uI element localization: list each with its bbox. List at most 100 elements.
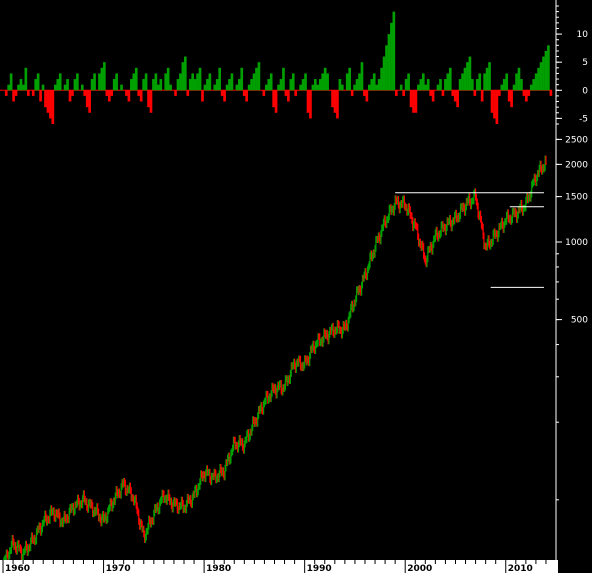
momentum-bar (525, 90, 528, 102)
momentum-bar (267, 79, 271, 91)
momentum-bar (480, 90, 484, 102)
momentum-bar (73, 79, 77, 91)
momentum-bar (176, 79, 180, 91)
momentum-bar (53, 84, 57, 91)
momentum-bar (7, 84, 11, 91)
momentum-bar (419, 79, 423, 91)
momentum-bar (282, 67, 285, 91)
momentum-bar (304, 73, 307, 91)
chart-window: 10 5 0 -5 2500 2000 1500 1000 500 1960 1970 1980 19… (0, 0, 592, 573)
momentum-tick-label: 0 (582, 86, 588, 96)
momentum-bar (58, 73, 62, 91)
price-tick-label: 2500 (565, 135, 588, 145)
momentum-bar (34, 79, 37, 91)
momentum-bar (130, 79, 133, 91)
momentum-bar (174, 90, 177, 96)
momentum-bar (299, 84, 302, 91)
momentum-bar (76, 73, 79, 91)
momentum-bar (49, 90, 52, 119)
momentum-bar (80, 84, 84, 91)
momentum-bar (291, 73, 295, 91)
momentum-bar (421, 73, 425, 91)
momentum-bar (311, 84, 315, 91)
momentum-bar (208, 73, 212, 91)
momentum-bar (220, 90, 224, 96)
momentum-bar (527, 90, 531, 96)
momentum-bar (439, 79, 442, 91)
momentum-bar (88, 90, 91, 113)
momentum-bar (409, 90, 413, 108)
momentum-bar (115, 73, 118, 91)
momentum-bar (203, 84, 207, 91)
momentum-bar (152, 79, 155, 91)
x-tick-label: 1980 (206, 564, 231, 573)
momentum-bar (147, 90, 150, 108)
x-axis: 1960 1970 1980 1990 2000 2010 (0, 560, 558, 573)
momentum-bar (412, 90, 415, 113)
momentum-bar (269, 73, 273, 91)
momentum-bar (316, 84, 320, 91)
chart-canvas: 1050-52500200015001000500 1960 1970 1980 19… (0, 0, 592, 573)
momentum-bar (341, 84, 344, 91)
momentum-bar (289, 79, 293, 91)
momentum-bar (120, 84, 123, 91)
momentum-bar (463, 67, 467, 91)
momentum-bar (39, 90, 42, 102)
momentum-bar (353, 84, 356, 91)
momentum-bar (473, 90, 477, 96)
momentum-bar (144, 73, 148, 91)
momentum-bar (142, 79, 145, 91)
momentum-bar (255, 67, 258, 91)
momentum-bar (100, 67, 104, 91)
momentum-bar (179, 73, 182, 91)
momentum-bar (345, 73, 349, 91)
x-tick-label: 1990 (307, 564, 332, 573)
momentum-bar (348, 67, 352, 91)
momentum-bar (181, 62, 185, 91)
momentum-bar (279, 79, 283, 91)
momentum-bar (191, 73, 195, 91)
momentum-bar (402, 90, 405, 96)
momentum-bar (44, 90, 47, 108)
momentum-bar (547, 45, 550, 91)
momentum-bar (103, 62, 106, 91)
x-tick-label: 1960 (5, 564, 30, 573)
momentum-bar (309, 90, 312, 119)
momentum-bar (164, 73, 168, 91)
momentum-bar (14, 90, 18, 96)
momentum-bar (257, 62, 261, 91)
momentum-bar (242, 90, 246, 96)
momentum-bar (9, 73, 13, 91)
momentum-bar (252, 73, 256, 91)
momentum-bar (365, 90, 369, 102)
momentum-bar (387, 34, 391, 91)
momentum-bar (134, 67, 138, 91)
momentum-bar (198, 67, 202, 91)
momentum-bar (24, 67, 28, 91)
momentum-bar (159, 79, 163, 91)
momentum-bar (225, 84, 229, 91)
momentum-bar (429, 90, 432, 96)
momentum-bar (228, 79, 231, 91)
momentum-bar (235, 84, 239, 91)
momentum-bar (36, 73, 40, 91)
momentum-bar (85, 90, 89, 108)
momentum-tick-label: -5 (579, 114, 588, 124)
momentum-bar (63, 84, 67, 91)
momentum-bar (338, 79, 342, 91)
momentum-bar (336, 90, 339, 119)
momentum-bar (537, 67, 540, 91)
momentum-bar (483, 73, 486, 91)
momentum-bar (250, 79, 253, 91)
momentum-bar (468, 56, 472, 91)
momentum-bar (407, 73, 410, 91)
momentum-bar (237, 79, 241, 91)
momentum-bar (520, 79, 523, 91)
momentum-bar (193, 79, 197, 91)
momentum-bar (441, 90, 445, 96)
momentum-bar (461, 73, 464, 91)
momentum-bar (498, 90, 501, 96)
momentum-bar (451, 90, 455, 96)
momentum-bar (517, 67, 521, 91)
momentum-bar (510, 90, 513, 108)
